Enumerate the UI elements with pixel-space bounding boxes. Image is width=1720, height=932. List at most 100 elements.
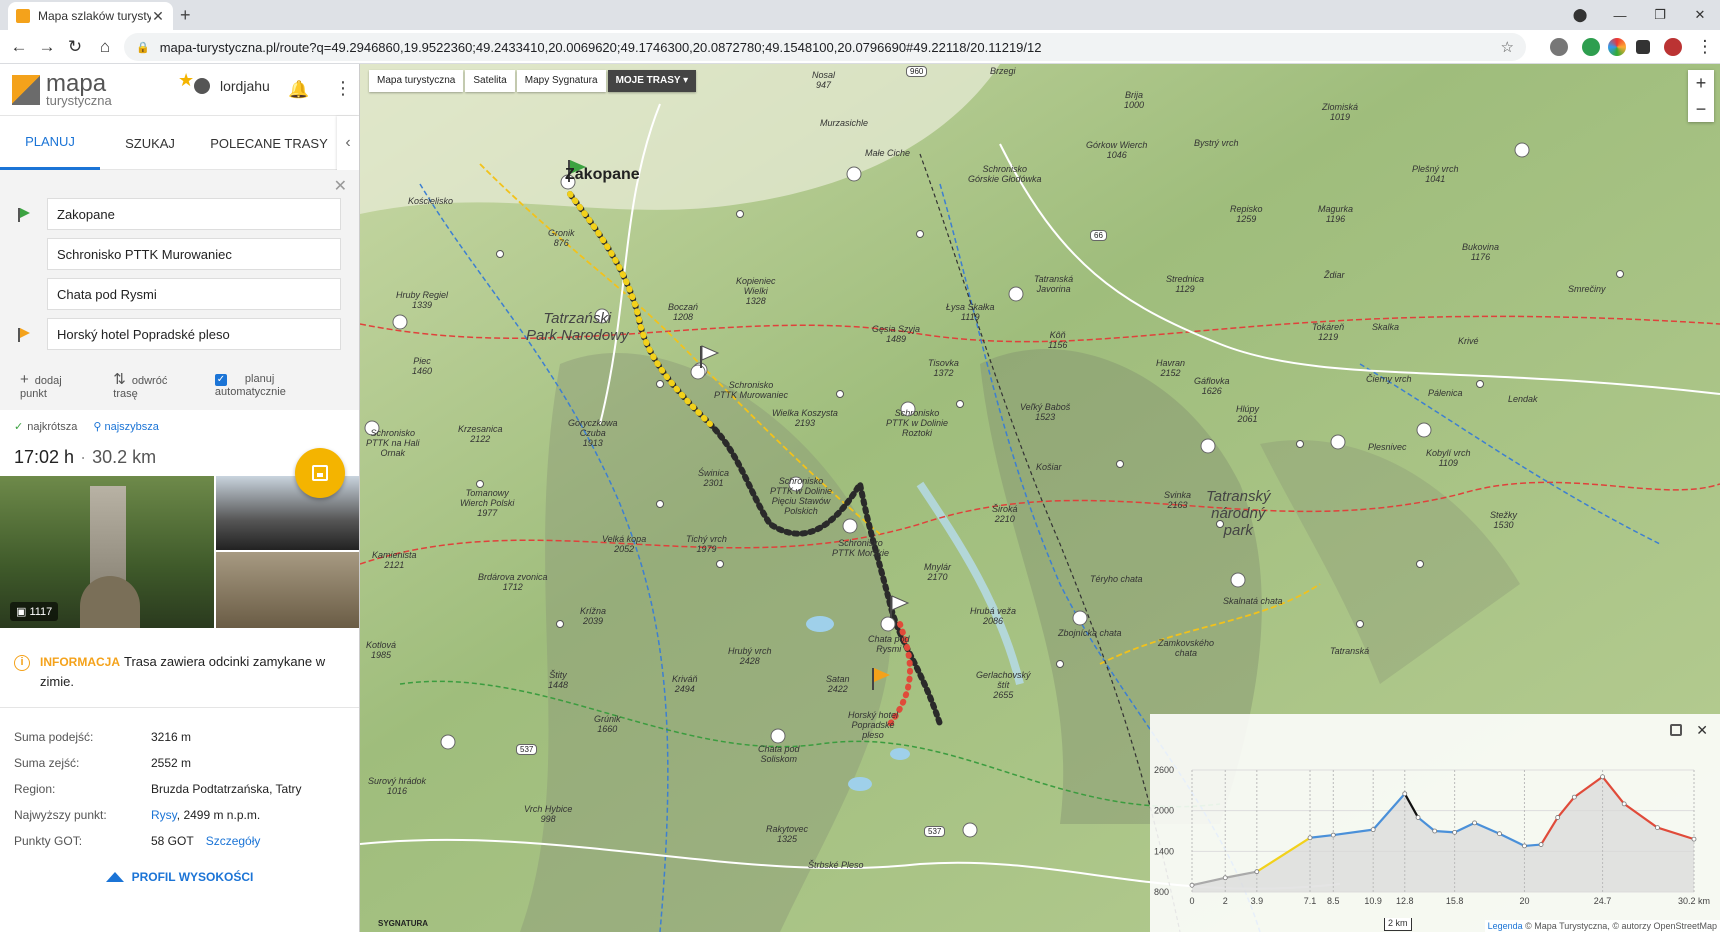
reverse-route-button[interactable]: ⇅ odwróć trasę <box>113 370 197 400</box>
x-tick-label: 20 <box>1519 896 1529 906</box>
map-label: Zamkovského chata <box>1158 638 1215 658</box>
profile-avatar-icon[interactable] <box>1664 38 1682 56</box>
address-bar: ← → ↻ ⌂ 🔒 mapa-turystyczna.pl/route?q=49… <box>0 30 1720 64</box>
y-tick-label: 1400 <box>1154 846 1174 856</box>
map-label: Kotlová 1985 <box>366 640 397 660</box>
swap-icon: ⇅ <box>113 371 126 388</box>
got-details-link[interactable]: Szczegóły <box>206 834 261 848</box>
mountain-icon <box>105 872 124 882</box>
profile-dropdown-icon[interactable]: ⬤ <box>1560 0 1600 30</box>
close-profile-icon[interactable]: ✕ <box>1696 722 1708 739</box>
separator: · <box>80 447 87 467</box>
elevation-point <box>1432 828 1438 834</box>
logo[interactable]: mapa turystyczna <box>12 72 112 107</box>
x-tick-label: 7.1 <box>1304 896 1317 906</box>
photo-count-badge[interactable]: ▣ 1117 <box>10 602 59 621</box>
minimize-icon[interactable]: — <box>1600 0 1640 30</box>
more-menu-icon[interactable]: ⋮ <box>334 78 352 99</box>
map-label: Štity 1448 <box>548 670 569 690</box>
waypoint-input-2[interactable] <box>47 238 341 270</box>
elevation-point <box>1370 827 1376 833</box>
map-label: Hruby Regiel 1339 <box>396 290 449 310</box>
map-type-satellite[interactable]: Satelita <box>465 70 515 92</box>
x-tick-label: 3.9 <box>1251 896 1264 906</box>
tab-polecane-trasy[interactable]: POLECANE TRASY <box>200 116 338 170</box>
map-label: Schronisko PTTK Morskie <box>832 538 890 558</box>
map-label: Repisko 1259 <box>1230 204 1263 224</box>
info-notice: i INFORMACJA Trasa zawiera odcinki zamyka… <box>0 628 359 708</box>
elevation-profile-button[interactable]: PROFIL WYSOKOŚCI <box>14 870 345 884</box>
tab-szukaj[interactable]: SZUKAJ <box>100 116 200 170</box>
map-label: Tomanowy Wierch Polski 1977 <box>460 488 515 518</box>
route-planner: ✕ +dodaj punkt ⇅odwróć trasę ✓planuj aut… <box>0 170 359 410</box>
map-label: Gęsia Szyja 1489 <box>872 324 921 344</box>
map-type-sygnatura[interactable]: Mapy Sygnatura <box>516 70 606 92</box>
collapse-sidebar-icon[interactable]: ‹ <box>337 116 359 170</box>
auto-plan-checkbox[interactable]: ✓ planuj automatycznie <box>214 373 342 398</box>
map-label: Tatrzański Park Narodowy <box>526 310 629 344</box>
map-label: Velká kopa 2052 <box>602 534 647 554</box>
route-distance: 30.2 km <box>92 447 157 467</box>
close-tab-icon[interactable]: ✕ <box>151 8 165 25</box>
mode-shortest[interactable]: ✓ najkrótsza <box>14 420 77 433</box>
forward-icon[interactable]: → <box>36 36 58 58</box>
extension-green-icon[interactable] <box>1582 38 1600 56</box>
map-label: Chata pod Rysmi <box>868 634 910 654</box>
route-stats: Suma podejść: 3216 m Suma zejść: 2552 m Re… <box>0 708 359 884</box>
browser-tab[interactable]: Mapa szlaków turystycz ✕ <box>8 2 173 30</box>
user-menu[interactable]: ★ lordjahu <box>178 70 270 94</box>
mode-fastest[interactable]: ⚲ najszybsza <box>93 420 159 433</box>
elevation-area <box>1192 776 1694 892</box>
bookmark-star-icon[interactable]: ☆ <box>1501 38 1514 56</box>
elevation-point <box>1415 815 1421 820</box>
route-time: 17:02 h <box>14 447 75 467</box>
waypoint-input-3[interactable] <box>47 278 341 310</box>
photo-thumb[interactable] <box>216 552 359 628</box>
waypoint-input-end[interactable] <box>47 318 341 350</box>
save-route-button[interactable] <box>295 448 345 498</box>
close-window-icon[interactable]: ✕ <box>1680 0 1720 30</box>
photo-gallery[interactable]: ▣ 1117 <box>0 476 359 628</box>
info-label: INFORMACJA <box>40 655 120 669</box>
add-point-button[interactable]: + dodaj punkt <box>20 371 95 400</box>
new-tab-icon[interactable]: + <box>180 5 191 26</box>
url-field[interactable]: 🔒 mapa-turystyczna.pl/route?q=49.2946860… <box>124 33 1526 61</box>
highest-point-link[interactable]: Rysy <box>151 808 177 822</box>
browser-menu-icon[interactable]: ⋮ <box>1694 36 1716 58</box>
stat-row: Najwyższy punkt: Rysy, 2499 m n.p.m. <box>14 808 261 822</box>
map-label: Schronisko PTTK Murowaniec <box>714 380 789 400</box>
map-label: Štrbské Pleso <box>808 860 864 870</box>
map-label: Krivé <box>1458 336 1479 346</box>
road-number: 537 <box>516 744 538 755</box>
save-profile-icon[interactable] <box>1670 724 1682 736</box>
home-icon[interactable]: ⌂ <box>94 36 116 58</box>
extensions-puzzle-icon[interactable] <box>1636 40 1650 54</box>
restore-icon[interactable]: ❐ <box>1640 0 1680 30</box>
map-label: Schronisko PTTK w Dolinie Pięciu Stawów Pol… <box>770 476 833 516</box>
elevation-point <box>1189 882 1195 888</box>
tab-planuj[interactable]: PLANUJ <box>0 116 100 170</box>
map-label: Małe Ciche <box>865 148 911 158</box>
my-routes-dropdown[interactable]: MOJE TRASY ▾ <box>607 70 697 92</box>
map-label: Skalka <box>1372 322 1400 332</box>
zoom-out-button[interactable]: − <box>1688 96 1714 122</box>
extension-color-icon[interactable] <box>1608 38 1626 56</box>
save-icon <box>312 465 328 481</box>
map-label: Zlomiská 1019 <box>1322 102 1359 122</box>
map-label: Čierny vrch <box>1366 374 1412 384</box>
map-label: Košiar <box>1036 462 1062 472</box>
reload-icon[interactable]: ↻ <box>64 36 86 58</box>
bell-icon[interactable]: 🔔 <box>288 80 309 100</box>
map-label: Nosal 947 <box>812 70 836 90</box>
map-label: Łysa Skałka 1119 <box>946 302 995 322</box>
extension-shield-icon[interactable] <box>1550 38 1568 56</box>
clear-route-icon[interactable]: ✕ <box>334 176 347 196</box>
legend-link[interactable]: Legenda <box>1488 921 1523 931</box>
map-type-tourist[interactable]: Mapa turystyczna <box>369 70 464 92</box>
map-label: Smrečiny <box>1568 284 1606 294</box>
waypoint-input-start[interactable] <box>47 198 341 230</box>
zoom-in-button[interactable]: + <box>1688 70 1714 96</box>
scale-bar: 2 km <box>1384 918 1412 931</box>
back-icon[interactable]: ← <box>8 36 30 58</box>
map-label: Havran 2152 <box>1156 358 1186 378</box>
